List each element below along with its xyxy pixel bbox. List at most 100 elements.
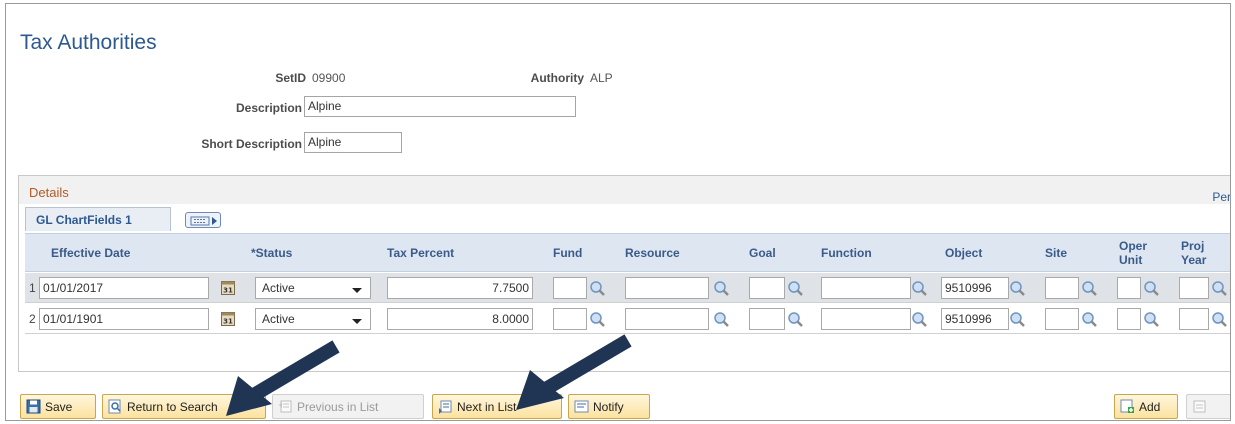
add-label: Add (1139, 400, 1161, 414)
notify-label: Notify (593, 400, 624, 414)
lookup-icon[interactable] (589, 280, 606, 297)
col-site[interactable]: Site (1045, 246, 1067, 260)
proj-year-input[interactable] (1179, 277, 1209, 299)
site-input[interactable] (1045, 277, 1079, 299)
notify-button[interactable]: Notify (568, 394, 650, 419)
setid-value: 09900 (312, 71, 346, 85)
resource-input[interactable] (625, 308, 709, 330)
next-in-list-label: Next in List (457, 400, 517, 414)
col-resource[interactable]: Resource (625, 246, 680, 260)
authority-label: Authority (530, 71, 584, 85)
oper-unit-input[interactable] (1117, 277, 1141, 299)
next-in-list-button[interactable]: Next in List (432, 394, 562, 419)
resource-input[interactable] (625, 277, 709, 299)
search-icon (108, 399, 121, 414)
col-tax-percent[interactable]: Tax Percent (387, 246, 454, 260)
table-row: 2 01/01/1901 31 Active 8.0000 9510996 (25, 304, 1230, 334)
col-object[interactable]: Object (945, 246, 982, 260)
function-input[interactable] (821, 277, 911, 299)
function-input[interactable] (821, 308, 911, 330)
lookup-icon[interactable] (1211, 280, 1228, 297)
lookup-icon[interactable] (787, 280, 804, 297)
add-icon (1120, 399, 1134, 413)
notify-icon (574, 400, 589, 413)
description-field[interactable]: Alpine (304, 96, 576, 117)
short-description-field[interactable]: Alpine (304, 132, 402, 153)
page-title: Tax Authorities (20, 31, 157, 54)
col-goal[interactable]: Goal (749, 246, 776, 260)
update-display-button[interactable] (1186, 394, 1230, 419)
chevron-down-icon (352, 288, 362, 293)
save-button[interactable]: Save (20, 394, 96, 419)
list-icon (1193, 400, 1206, 413)
row-number: 1 (29, 281, 36, 295)
fund-input[interactable] (553, 308, 587, 330)
goal-input[interactable] (749, 308, 785, 330)
lookup-icon[interactable] (1009, 280, 1026, 297)
status-select[interactable]: Active (255, 308, 371, 330)
site-input[interactable] (1045, 308, 1079, 330)
return-to-search-label: Return to Search (127, 400, 218, 414)
tax-percent-input[interactable]: 7.7500 (387, 277, 533, 299)
col-function[interactable]: Function (821, 246, 872, 260)
col-oper-unit-line1[interactable]: Oper (1119, 239, 1147, 253)
svg-text:31: 31 (223, 287, 233, 295)
previous-in-list-button[interactable]: Previous in List (272, 394, 424, 419)
row-number: 2 (29, 312, 36, 326)
lookup-icon[interactable] (911, 311, 928, 328)
description-label: Description (235, 101, 302, 115)
add-button[interactable]: Add (1114, 394, 1178, 419)
save-label: Save (45, 400, 73, 414)
col-effective-date[interactable]: Effective Date (51, 246, 130, 260)
details-title: Details (29, 185, 69, 200)
lookup-icon[interactable] (589, 311, 606, 328)
page-toolbar: Save Return to Search Previous in List N… (6, 392, 1230, 420)
col-oper-unit-line2[interactable]: Unit (1119, 253, 1142, 267)
object-input[interactable]: 9510996 (941, 277, 1009, 299)
lookup-icon[interactable] (1211, 311, 1228, 328)
svg-text:31: 31 (223, 318, 233, 326)
lookup-icon[interactable] (713, 311, 730, 328)
details-header: Details Per (19, 176, 1230, 204)
calendar-icon[interactable]: 31 (221, 311, 235, 326)
col-fund[interactable]: Fund (553, 246, 582, 260)
lookup-icon[interactable] (1081, 311, 1098, 328)
goal-input[interactable] (749, 277, 785, 299)
lookup-icon[interactable] (1143, 311, 1160, 328)
authority-value: ALP (590, 71, 613, 85)
lookup-icon[interactable] (1081, 280, 1098, 297)
oper-unit-input[interactable] (1117, 308, 1141, 330)
list-icon (439, 400, 452, 414)
short-description-label: Short Description (201, 137, 302, 151)
status-select[interactable]: Active (255, 277, 371, 299)
effective-date-input[interactable]: 01/01/1901 (39, 308, 209, 330)
show-all-columns-icon[interactable] (185, 212, 221, 228)
tax-percent-input[interactable]: 8.0000 (387, 308, 533, 330)
personalize-link[interactable]: Per (1212, 190, 1230, 204)
calendar-icon[interactable]: 31 (221, 280, 235, 295)
lookup-icon[interactable] (787, 311, 804, 328)
status-value: Active (262, 281, 295, 295)
effective-date-input[interactable]: 01/01/2017 (39, 277, 209, 299)
details-grid: Details Per GL ChartFields 1 Effective D… (18, 175, 1230, 372)
lookup-icon[interactable] (1009, 311, 1026, 328)
return-to-search-button[interactable]: Return to Search (102, 394, 266, 419)
list-icon (279, 400, 292, 413)
tab-gl-chartfields-1[interactable]: GL ChartFields 1 (25, 207, 171, 231)
col-proj-year-line1[interactable]: Proj (1181, 239, 1204, 253)
save-icon (26, 399, 41, 414)
object-input[interactable]: 9510996 (941, 308, 1009, 330)
col-status[interactable]: *Status (251, 246, 292, 260)
table-row: 1 01/01/2017 31 Active 7.7500 9510996 (25, 273, 1230, 303)
chevron-down-icon (352, 319, 362, 324)
lookup-icon[interactable] (911, 280, 928, 297)
lookup-icon[interactable] (1143, 280, 1160, 297)
col-proj-year-line2[interactable]: Year (1181, 253, 1206, 267)
fund-input[interactable] (553, 277, 587, 299)
lookup-icon[interactable] (713, 280, 730, 297)
previous-in-list-label: Previous in List (297, 400, 379, 414)
proj-year-input[interactable] (1179, 308, 1209, 330)
page-frame: Tax Authorities SetID 09900 Authority AL… (5, 3, 1231, 421)
status-value: Active (262, 312, 295, 326)
grid-header-row: Effective Date *Status Tax Percent Fund … (25, 233, 1230, 272)
